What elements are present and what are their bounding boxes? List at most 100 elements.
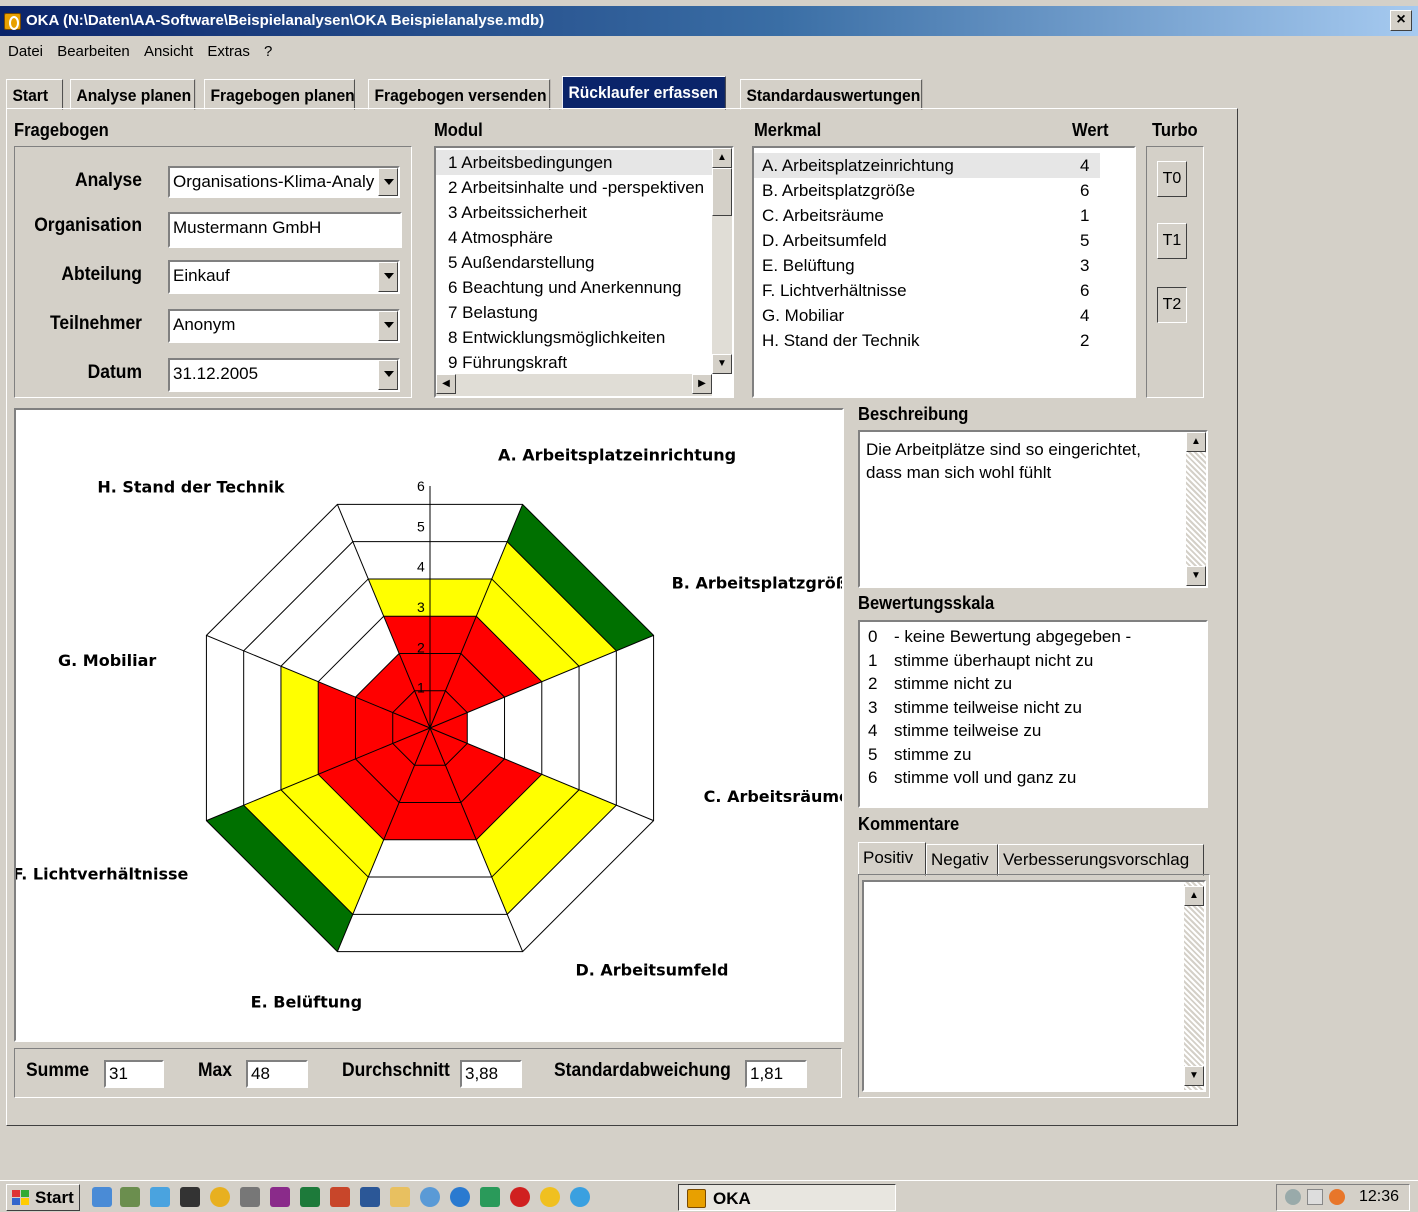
quicklaunch-desktop-icon[interactable] [150,1187,170,1207]
quicklaunch-powerpoint-icon[interactable] [330,1187,350,1207]
scroll-up-icon[interactable]: ▲ [1186,432,1206,452]
quicklaunch-player-icon[interactable] [540,1187,560,1207]
modul-item[interactable]: 4 Atmosphäre [436,225,712,250]
tab-fragebogen-planen[interactable]: Fragebogen planen [204,79,355,110]
max-field[interactable]: 48 [246,1060,308,1088]
abteilung-select[interactable]: Einkauf [168,260,400,294]
chevron-down-icon[interactable] [378,168,398,196]
quicklaunch-network-icon[interactable] [120,1187,140,1207]
close-button[interactable]: × [1390,10,1412,31]
tab-positiv[interactable]: Positiv [858,842,926,876]
menu-datei[interactable]: Datei [8,38,43,60]
scroll-down-icon[interactable]: ▼ [1184,1066,1204,1086]
teilnehmer-select[interactable]: Anonym [168,309,400,343]
modul-item[interactable]: 1 Arbeitsbedingungen [436,150,712,175]
merkmal-row[interactable]: A. Arbeitsplatzeinrichtung 4 [754,153,1100,178]
quicklaunch-app-icon[interactable] [480,1187,500,1207]
merkmal-row[interactable]: C. Arbeitsräume 1 [754,203,1134,228]
menu-ansicht[interactable]: Ansicht [144,38,193,60]
quicklaunch-browser-icon[interactable] [450,1187,470,1207]
modul-item[interactable]: 6 Beachtung und Anerkennung [436,275,712,300]
merkmal-row[interactable]: F. Lichtverhältnisse 6 [754,278,1134,303]
modul-item[interactable]: 2 Arbeitsinhalte und -perspektiven [436,175,712,200]
scroll-right-icon[interactable]: ▶ [692,374,712,394]
quicklaunch-outlook-icon[interactable] [420,1187,440,1207]
modul-item[interactable]: 5 Außendarstellung [436,250,712,275]
modul-hscrollbar[interactable]: ◀ ▶ [436,374,712,396]
beschreibung-vscrollbar[interactable]: ▲ ▼ [1186,432,1206,586]
merkmal-row[interactable]: B. Arbeitsplatzgröße 6 [754,178,1134,203]
start-button[interactable]: Start [6,1184,80,1211]
quicklaunch-camera-icon[interactable] [240,1187,260,1207]
scale-num: 3 [868,697,878,717]
scroll-down-icon[interactable]: ▼ [1186,566,1206,586]
modul-vscrollbar[interactable]: ▲ ▼ [712,148,732,374]
radar-band-segment [280,666,319,790]
tab-negativ[interactable]: Negativ [926,844,998,876]
chevron-down-icon[interactable] [378,262,398,292]
quicklaunch-media-icon[interactable] [510,1187,530,1207]
quicklaunch-ie-icon[interactable] [92,1187,112,1207]
merkmal-list[interactable]: A. Arbeitsplatzeinrichtung 4 B. Arbeitspl… [752,146,1136,398]
standardabweichung-field[interactable]: 1,81 [745,1060,807,1088]
scroll-up-icon[interactable]: ▲ [1184,886,1204,906]
tab-fragebogen-versenden[interactable]: Fragebogen versenden [368,79,551,110]
radar-axis-label: A. Arbeitsplatzeinrichtung [498,445,736,464]
modul-item[interactable]: 7 Belastung [436,300,712,325]
modul-item[interactable]: 9 Führungskraft [436,350,712,374]
tab-ruecklaufer-erfassen[interactable]: Rücklaufer erfassen [562,76,726,110]
durchschnitt-field[interactable]: 3,88 [460,1060,522,1088]
menu-extras[interactable]: Extras [207,38,250,60]
beschreibung-textarea[interactable]: Die Arbeitplätze sind so eingerichtet, d… [858,430,1208,588]
modul-item[interactable]: 8 Entwicklungsmöglichkeiten [436,325,712,350]
chevron-down-icon[interactable] [378,360,398,390]
merkmal-wert: 5 [1080,231,1090,250]
tray-update-icon[interactable] [1329,1189,1345,1205]
scroll-up-icon[interactable]: ▲ [712,148,732,168]
scale-text: stimme teilweise nicht zu [894,697,1083,717]
chevron-down-icon[interactable] [378,311,398,341]
quicklaunch-balloon-icon[interactable] [210,1187,230,1207]
kommentar-textarea[interactable]: ▲ ▼ [862,880,1206,1092]
tab-analyse-planen[interactable]: Analyse planen [70,79,196,110]
merkmal-wert: 1 [1080,206,1090,225]
menu-bearbeiten[interactable]: Bearbeiten [57,38,130,60]
modul-title: Modul [434,120,483,140]
analyse-select[interactable]: Organisations-Klima-Analy [168,166,400,198]
quicklaunch-folder-icon[interactable] [390,1187,410,1207]
scroll-down-icon[interactable]: ▼ [712,354,732,374]
quicklaunch-excel-icon[interactable] [300,1187,320,1207]
merkmal-wert: 2 [1080,331,1090,350]
merkmal-row[interactable]: D. Arbeitsumfeld 5 [754,228,1134,253]
modul-item[interactable]: 3 Arbeitssicherheit [436,200,712,225]
organisation-field[interactable]: Mustermann GmbH [168,212,402,248]
scroll-thumb[interactable] [712,168,732,216]
merkmal-row[interactable]: E. Belüftung 3 [754,253,1134,278]
summe-field[interactable]: 31 [104,1060,164,1088]
quicklaunch-globe-icon[interactable] [570,1187,590,1207]
tab-start[interactable]: Start [6,79,64,110]
radar-band-segment [318,681,356,775]
tab-standardauswertungen[interactable]: Standardauswertungen [740,79,923,110]
quicklaunch-word-icon[interactable] [360,1187,380,1207]
merkmal-row[interactable]: H. Stand der Technik 2 [754,328,1134,353]
scroll-left-icon[interactable]: ◀ [436,374,456,394]
turbo-t1-button[interactable]: T1 [1157,223,1187,259]
merkmal-row[interactable]: G. Mobiliar 4 [754,303,1134,328]
datum-select[interactable]: 31.12.2005 [168,358,400,392]
tray-network-icon[interactable] [1285,1189,1301,1205]
kommentar-vscrollbar[interactable]: ▲ ▼ [1184,882,1204,1090]
bewertungsskala-title: Bewertungsskala [858,593,995,613]
turbo-t2-button[interactable]: T2 [1157,287,1187,323]
tray-security-icon[interactable] [1307,1189,1323,1205]
tab-verbesserungsvorschlag[interactable]: Verbesserungsvorschlag [998,844,1204,876]
taskbar-item-oka[interactable]: OKA [678,1184,896,1211]
turbo-t0-button[interactable]: T0 [1157,161,1187,197]
taskbar: Start OKA 12:36 [0,1180,1418,1212]
quicklaunch-publisher-icon[interactable] [270,1187,290,1207]
menu-help[interactable]: ? [264,38,272,60]
merkmal-title: Merkmal [754,120,822,140]
modul-list[interactable]: 1 Arbeitsbedingungen 2 Arbeitsinhalte un… [434,146,734,398]
quicklaunch-screen-icon[interactable] [180,1187,200,1207]
scale-text: stimme voll und ganz zu [894,768,1077,787]
